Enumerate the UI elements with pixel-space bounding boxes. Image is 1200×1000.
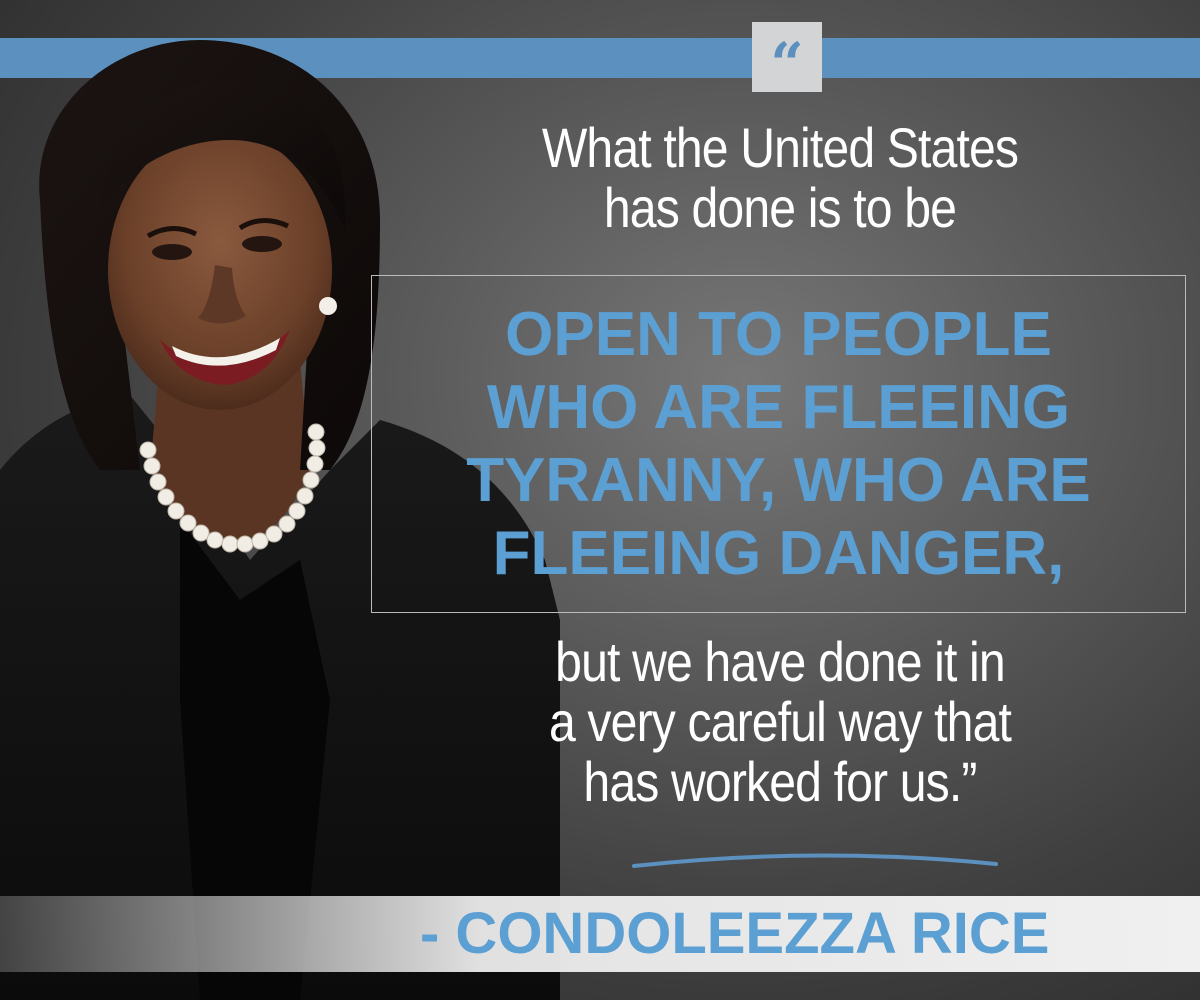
highlight-line: FLEEING DANGER, xyxy=(492,519,1065,588)
attribution-text: - CONDOLEEZZA RICE xyxy=(420,901,1050,966)
highlight-line: WHO ARE FLEEING xyxy=(486,373,1071,442)
quote-line: a very careful way that xyxy=(548,690,1012,753)
quote-mark-icon: “ xyxy=(770,30,804,98)
quote-highlight: OPEN TO PEOPLE WHO ARE FLEEING TYRANNY, … xyxy=(371,298,1186,590)
highlight-line: OPEN TO PEOPLE xyxy=(505,300,1052,369)
quote-line: has done is to be xyxy=(603,176,957,239)
quote-line: but we have done it in xyxy=(555,630,1005,693)
underline-swoosh xyxy=(632,853,998,868)
quote-mark-box: “ xyxy=(752,22,822,98)
highlight-line: TYRANNY, WHO ARE xyxy=(466,446,1091,515)
quote-graphic: “ What the United States has done is to … xyxy=(0,0,1200,1000)
eye-left xyxy=(152,244,192,260)
quote-line: What the United States xyxy=(541,116,1019,179)
eye-right xyxy=(242,236,282,252)
quote-outro: but we have done it in a very careful wa… xyxy=(436,632,1124,812)
earring-right xyxy=(319,297,337,315)
quote-line: has worked for us.” xyxy=(583,750,977,813)
quote-intro: What the United States has done is to be xyxy=(436,118,1124,238)
